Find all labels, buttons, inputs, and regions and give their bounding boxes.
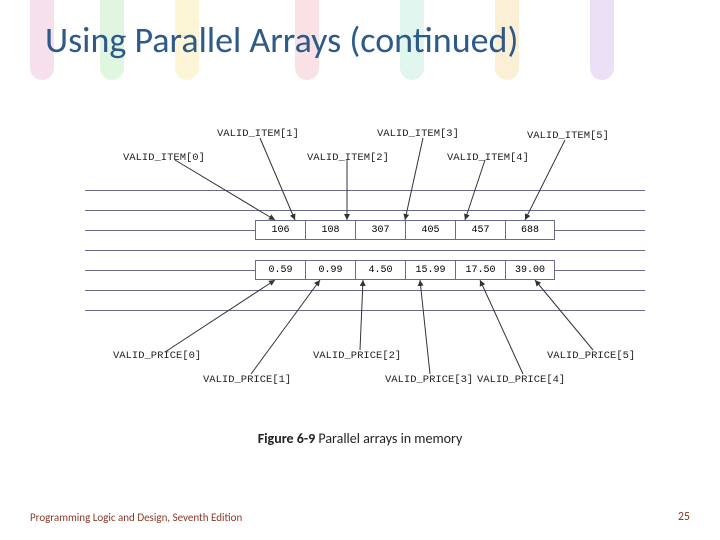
footer-book-title: Programming Logic and Design, Seventh Ed… [30, 511, 242, 524]
valid-item-label: VALID_ITEM[3] [377, 128, 459, 140]
figure-caption: Figure 6-9 Parallel arrays in memory [0, 430, 720, 447]
valid-price-label: VALID_PRICE[3] [385, 374, 473, 386]
decorative-stripe [590, 0, 614, 80]
valid-item-label: VALID_ITEM[4] [447, 152, 529, 164]
caption-text: Parallel arrays in memory [315, 430, 462, 447]
valid-price-label: VALID_PRICE[0] [113, 350, 201, 362]
valid-item-label: VALID_ITEM[2] [307, 152, 389, 164]
page-number: 25 [678, 510, 690, 524]
valid-price-label: VALID_PRICE[1] [203, 374, 291, 386]
caption-figure-number: Figure 6-9 [258, 430, 316, 447]
valid-item-label: VALID_ITEM[5] [527, 130, 609, 142]
valid-price-label: VALID_PRICE[5] [547, 350, 635, 362]
figure-parallel-arrays: 106108307405457688 0.590.994.5015.9917.5… [85, 120, 645, 410]
valid-price-label: VALID_PRICE[4] [477, 374, 565, 386]
valid-price-label: VALID_PRICE[2] [313, 350, 401, 362]
valid-item-label: VALID_ITEM[1] [217, 128, 299, 140]
page-title: Using Parallel Arrays (continued) [45, 18, 518, 62]
valid-item-label: VALID_ITEM[0] [123, 152, 205, 164]
